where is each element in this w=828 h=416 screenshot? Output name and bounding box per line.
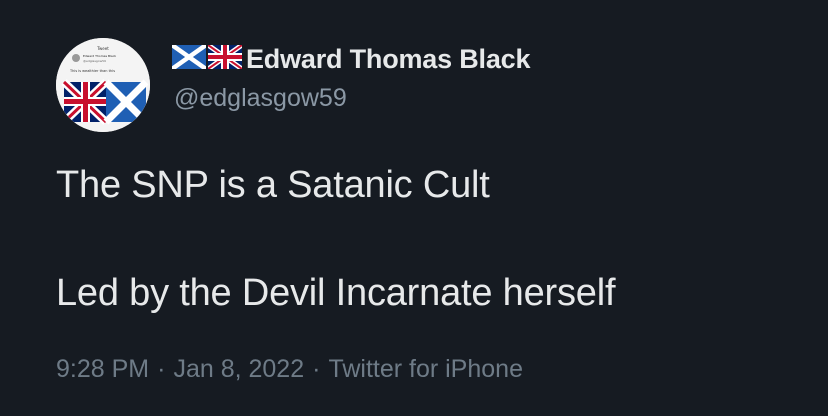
avatar-tweet-text: This is wealthier than this (69, 69, 115, 73)
author-handle[interactable]: @edglasgow59 (174, 84, 347, 113)
meta-separator: · (312, 355, 321, 383)
author-display-name[interactable]: Edward Thomas Black (246, 44, 530, 75)
uk-flag-icon (206, 42, 244, 74)
tweet-source[interactable]: Twitter for iPhone (328, 355, 523, 384)
avatar-image: Tweet Edward Thomas Black @edglasgow59 T… (56, 38, 150, 132)
tweet-date[interactable]: Jan 8, 2022 (173, 355, 304, 384)
tweet-text-line-2: Led by the Devil Incarnate herself (56, 272, 616, 314)
tweet-metadata: 9:28 PM · Jan 8, 2022 · Twitter for iPho… (56, 355, 523, 384)
avatar-uk-flag-icon (61, 79, 109, 125)
meta-separator: · (157, 355, 166, 383)
avatar-tweet-name: Edward Thomas Black (83, 54, 116, 58)
avatar[interactable]: Tweet Edward Thomas Black @edglasgow59 T… (56, 38, 150, 132)
avatar-scotland-flag-icon (103, 79, 149, 125)
avatar-tweet-handle: @edglasgow59 (83, 59, 106, 63)
avatar-tweet-header: Tweet (96, 46, 109, 51)
scotland-flag-icon (170, 42, 208, 74)
tweet-text-line-1: The SNP is a Satanic Cult (56, 164, 490, 206)
tweet-time[interactable]: 9:28 PM (56, 355, 149, 384)
tweet-card: Tweet Edward Thomas Black @edglasgow59 T… (0, 0, 828, 416)
author-name-row[interactable]: Edward Thomas Black (170, 42, 530, 76)
